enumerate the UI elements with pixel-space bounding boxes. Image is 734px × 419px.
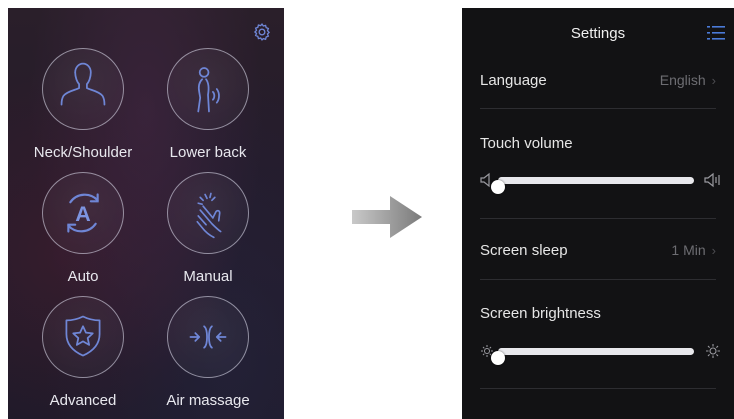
divider — [480, 108, 716, 109]
settings-panel: Settings Language English › Touch volume — [462, 8, 734, 419]
mode-label: Neck/Shoulder — [33, 144, 133, 161]
slider-track[interactable] — [491, 177, 694, 194]
divider — [480, 279, 716, 280]
chevron-right-icon: › — [711, 243, 716, 258]
gear-icon[interactable] — [252, 22, 272, 42]
mode-advanced-circle — [42, 296, 124, 378]
speaker-loud-icon — [704, 172, 720, 188]
lower-back-icon — [197, 67, 220, 113]
mode-lower-back[interactable]: Lower back — [139, 48, 277, 161]
divider — [480, 218, 716, 219]
mode-label: Auto — [67, 268, 99, 285]
mode-air-massage[interactable]: Air massage — [139, 296, 277, 409]
mode-label: Advanced — [49, 392, 117, 409]
chevron-right-icon: › — [711, 73, 716, 88]
sun-bright-icon — [706, 344, 720, 358]
mode-auto[interactable]: A Auto — [14, 172, 152, 285]
air-massage-icon — [189, 325, 227, 349]
screen-sleep-label: Screen sleep — [480, 242, 568, 259]
list-menu-icon[interactable] — [706, 23, 726, 43]
svg-text:A: A — [75, 202, 91, 226]
mode-neck-shoulder[interactable]: Neck/Shoulder — [14, 48, 152, 161]
page-title: Settings — [570, 25, 626, 42]
screen-brightness-label: Screen brightness — [480, 305, 601, 322]
screen-sleep-row[interactable]: Screen sleep 1 Min › — [480, 242, 716, 262]
mode-manual-circle — [167, 172, 249, 254]
mode-advanced[interactable]: Advanced — [14, 296, 152, 409]
mode-manual[interactable]: Manual — [139, 172, 277, 285]
language-label: Language — [480, 72, 547, 89]
auto-icon: A — [67, 193, 99, 233]
slider-track[interactable] — [491, 348, 694, 365]
arrow-right-icon — [352, 196, 422, 238]
screen-sleep-value-text: 1 Min — [671, 242, 706, 258]
slider-thumb[interactable] — [491, 351, 505, 365]
language-value: English › — [660, 72, 716, 88]
mode-menu-panel: Neck/Shoulder Lower back A Auto Manual A… — [8, 8, 284, 419]
mode-lower-back-circle — [167, 48, 249, 130]
language-value-text: English — [659, 72, 706, 88]
touch-volume-label: Touch volume — [480, 135, 573, 152]
mode-label: Manual — [183, 268, 233, 285]
screen-sleep-value: 1 Min › — [671, 242, 716, 258]
screen-pair: Neck/Shoulder Lower back A Auto Manual A… — [0, 0, 734, 419]
screen-brightness-slider[interactable] — [480, 341, 722, 365]
screen-brightness-row: Screen brightness — [480, 305, 716, 325]
divider — [480, 388, 716, 389]
manual-hand-icon — [196, 192, 222, 239]
mode-auto-circle: A — [42, 172, 124, 254]
touch-volume-row: Touch volume — [480, 135, 716, 155]
mode-air-massage-circle — [167, 296, 249, 378]
neck-shoulder-icon — [60, 62, 106, 106]
shield-star-icon — [65, 315, 101, 357]
mode-label: Air massage — [166, 392, 250, 409]
touch-volume-slider[interactable] — [480, 170, 722, 194]
mode-neck-shoulder-circle — [42, 48, 124, 130]
language-row[interactable]: Language English › — [480, 72, 716, 92]
mode-label: Lower back — [169, 144, 247, 161]
slider-thumb[interactable] — [491, 180, 505, 194]
